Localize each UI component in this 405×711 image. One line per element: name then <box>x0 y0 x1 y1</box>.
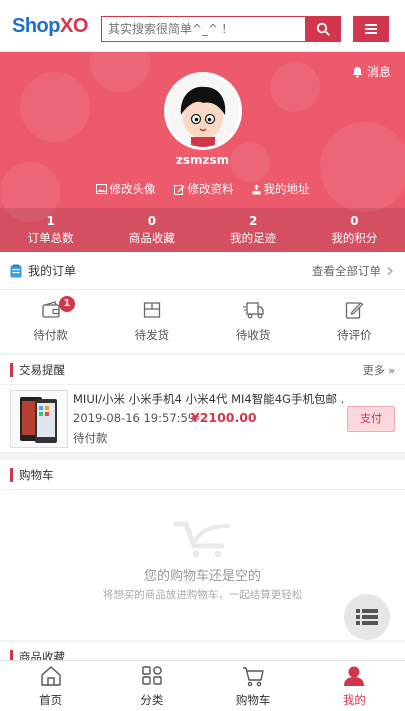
profile-header: 消息 zsmzsm 修改头像 修改资料 我的地址 1 订单总数 0 商品收藏 2… <box>0 52 405 252</box>
profile-actions: 修改头像 修改资料 我的地址 <box>0 181 405 197</box>
cart-empty-subtitle: 将想买的商品放进购物车，一起结算更轻松 <box>102 589 303 601</box>
wallet-icon <box>41 301 60 318</box>
stat-footprints[interactable]: 2 我的足迹 <box>203 208 304 252</box>
view-all-orders-link[interactable]: 查看全部订单 <box>312 263 381 279</box>
trade-item[interactable]: MIUI/小米 小米手机4 小米4代 MI4智能4G手机包邮 ... 2019-… <box>0 385 405 453</box>
stat-value: 2 <box>248 214 258 228</box>
my-address-link[interactable]: 我的地址 <box>252 181 310 197</box>
stat-label: 我的积分 <box>331 231 378 245</box>
search-button[interactable] <box>305 16 341 42</box>
avatar-illustration <box>167 75 239 147</box>
logo-text-xo: XO <box>60 15 88 37</box>
avatar[interactable] <box>164 72 242 150</box>
decor-bubble <box>90 52 150 92</box>
order-date: 2019-08-16 19:57:59 <box>73 411 196 425</box>
edit-profile-link[interactable]: 修改资料 <box>173 181 234 197</box>
cart-title: 购物车 <box>19 467 54 482</box>
image-icon <box>95 184 107 194</box>
profile-stats: 1 订单总数 0 商品收藏 2 我的足迹 0 我的积分 <box>0 208 405 252</box>
stat-favorites[interactable]: 0 商品收藏 <box>101 208 202 252</box>
my-orders-card: 我的订单 查看全部订单 1 待付款 待发货 待收货 待评价 <box>0 252 405 353</box>
package-icon <box>143 302 161 318</box>
top-bar: ShopXO <box>0 0 405 52</box>
search-input[interactable] <box>102 17 302 41</box>
list-icon <box>356 609 378 625</box>
nav-cart[interactable]: 购物车 <box>203 661 304 711</box>
nav-category[interactable]: 分类 <box>101 661 202 711</box>
tab-label: 待评价 <box>337 328 372 342</box>
phone-image <box>20 397 57 443</box>
user-icon <box>344 666 365 686</box>
bell-icon <box>352 66 363 78</box>
my-address-label: 我的地址 <box>263 182 310 196</box>
stat-value: 0 <box>350 214 359 228</box>
category-icon <box>142 666 162 685</box>
stat-value: 1 <box>46 214 55 228</box>
clipboard-icon <box>10 264 22 277</box>
product-thumbnail[interactable] <box>10 390 68 448</box>
stat-points[interactable]: 0 我的积分 <box>304 208 405 252</box>
edit-profile-label: 修改资料 <box>187 182 234 196</box>
change-avatar-label: 修改头像 <box>109 182 156 196</box>
trade-reminder-title: 交易提醒 <box>19 362 65 377</box>
stat-label: 商品收藏 <box>128 231 175 245</box>
truck-icon <box>243 302 264 319</box>
my-orders-title: 我的订单 <box>28 264 77 278</box>
empty-cart-icon <box>173 521 230 558</box>
pay-button[interactable]: 支付 <box>347 406 395 432</box>
cart-empty-title: 您的购物车还是空的 <box>143 569 261 584</box>
order-price: ¥2100.00 <box>191 410 257 425</box>
stat-orders[interactable]: 1 订单总数 <box>0 208 101 252</box>
order-status: 待付款 <box>73 431 108 445</box>
tab-pending-review[interactable]: 待评价 <box>304 290 405 352</box>
location-icon <box>252 184 260 194</box>
edit-icon <box>173 184 184 195</box>
nav-label: 购物车 <box>235 693 271 707</box>
trade-more-link[interactable]: 更多 » <box>363 362 395 378</box>
search-box <box>101 16 341 42</box>
product-name[interactable]: MIUI/小米 小米手机4 小米4代 MI4智能4G手机包邮 ... <box>73 391 345 407</box>
trade-reminder-header: 交易提醒 更多 » <box>0 355 405 385</box>
nav-home[interactable]: 首页 <box>0 661 101 711</box>
search-icon <box>316 22 330 36</box>
review-icon <box>346 302 364 319</box>
home-icon <box>40 666 61 686</box>
tab-pending-payment[interactable]: 1 待付款 <box>0 290 101 352</box>
user-center-page: ShopXO 其实搜索很简单^_^ ! 消息 zsmzsm 修改头像 修改资料 … <box>0 0 405 711</box>
logo-text-shop: Shop <box>12 15 61 37</box>
stat-value: 0 <box>147 214 157 228</box>
pending-payment-badge: 1 <box>59 296 75 312</box>
nav-label: 我的 <box>342 693 366 707</box>
nav-mine[interactable]: 我的 <box>304 661 405 711</box>
floating-menu-button[interactable] <box>344 594 390 640</box>
tab-pending-receipt[interactable]: 待收货 <box>203 290 304 352</box>
bottom-nav: 首页 分类 购物车 我的 <box>0 660 405 711</box>
change-avatar-link[interactable]: 修改头像 <box>95 181 156 197</box>
menu-icon <box>365 24 377 34</box>
section-marker <box>10 467 13 482</box>
decor-bubble <box>270 62 320 112</box>
tab-pending-shipment[interactable]: 待发货 <box>101 290 202 352</box>
decor-bubble <box>20 72 90 142</box>
tab-label: 待发货 <box>134 328 170 342</box>
menu-button[interactable] <box>353 16 389 42</box>
cart-header: 购物车 <box>0 460 405 490</box>
stat-label: 我的足迹 <box>230 231 277 245</box>
messages-label: 消息 <box>366 65 391 79</box>
username: zsmzsm <box>175 153 230 167</box>
my-orders-header[interactable]: 我的订单 查看全部订单 <box>0 252 405 290</box>
section-marker <box>10 362 13 377</box>
nav-label: 分类 <box>140 693 164 707</box>
chevron-right-icon <box>387 266 393 275</box>
logo[interactable]: ShopXO <box>12 15 88 38</box>
order-status-tabs: 1 待付款 待发货 待收货 待评价 <box>0 290 405 352</box>
stat-label: 订单总数 <box>27 231 74 245</box>
decor-bubble <box>320 122 405 212</box>
tab-label: 待付款 <box>33 328 68 342</box>
nav-label: 首页 <box>39 693 63 707</box>
messages-link[interactable]: 消息 <box>352 63 391 80</box>
cart-icon <box>243 667 264 687</box>
tab-label: 待收货 <box>235 328 271 342</box>
